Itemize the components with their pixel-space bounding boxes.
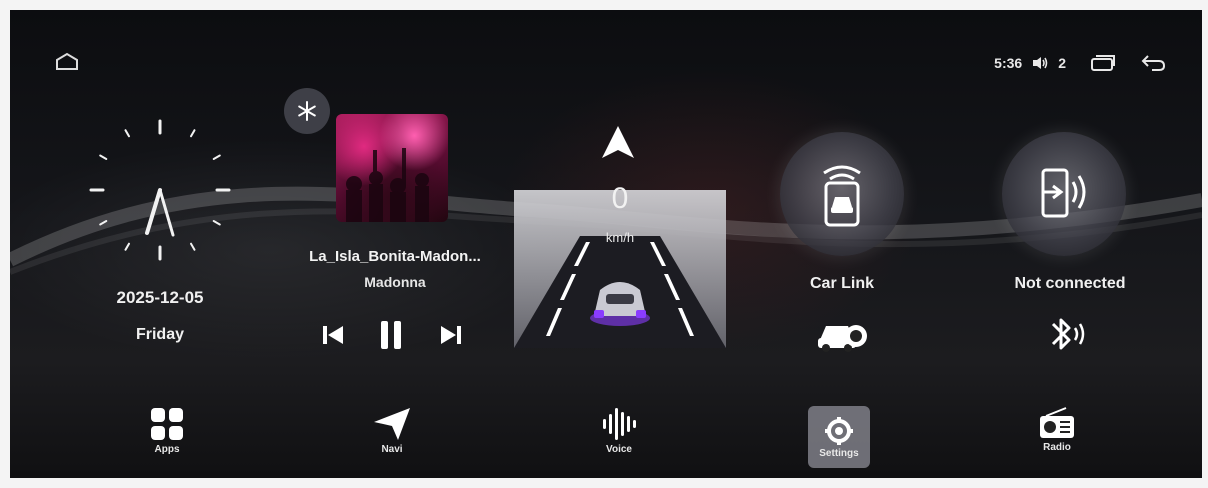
dock-voice[interactable]: Voice	[574, 406, 664, 455]
speed-value: 0	[611, 182, 629, 215]
dock-voice-label: Voice	[606, 444, 632, 455]
phone-car-icon	[823, 165, 861, 227]
dock-apps-label: Apps	[154, 444, 180, 455]
speed-unit: km/h	[605, 230, 635, 245]
bluetooth-device-button[interactable]	[1002, 132, 1126, 256]
screen: 5:36 2 2025-12-05 Friday La_Isla_Bonita-…	[10, 10, 1202, 478]
dock-navi[interactable]: Navi	[347, 406, 437, 455]
date-text: 2025-12-05	[116, 288, 204, 307]
next-icon[interactable]	[434, 318, 468, 352]
car-cloud-icon[interactable]	[816, 314, 870, 354]
phone-signal-icon	[1041, 168, 1086, 218]
volume-icon[interactable]	[1032, 56, 1048, 70]
previous-icon[interactable]	[316, 318, 350, 352]
status-bar: 5:36 2	[994, 54, 1166, 72]
dock-apps[interactable]: Apps	[122, 406, 212, 455]
navi-icon	[374, 408, 410, 440]
bluetooth-status-label: Not connected	[1014, 275, 1126, 292]
apps-icon	[151, 408, 183, 440]
car-link-button[interactable]	[780, 132, 904, 256]
pause-icon[interactable]	[374, 318, 408, 352]
back-icon[interactable]	[1140, 54, 1166, 72]
settings-tile[interactable]: Settings	[808, 406, 870, 468]
radio-icon	[1040, 407, 1074, 438]
album-art[interactable]	[336, 114, 448, 222]
dock-settings-label: Settings	[819, 447, 859, 459]
time-text: 5:36	[994, 55, 1023, 71]
day-text: Friday	[135, 326, 184, 343]
song-title: La_Isla_Bonita-Madon...	[309, 248, 481, 265]
snowflake-icon[interactable]	[284, 88, 330, 134]
recent-apps-icon[interactable]	[1090, 54, 1116, 72]
dock-radio-label: Radio	[1043, 442, 1071, 453]
dock-navi-label: Navi	[381, 444, 403, 455]
bluetooth-icon[interactable]	[1045, 314, 1089, 354]
dock-radio[interactable]: Radio	[1012, 406, 1102, 453]
car-link-label: Car Link	[809, 275, 874, 292]
artist-name: Madonna	[364, 274, 426, 290]
home-icon[interactable]	[54, 52, 80, 72]
voice-icon	[603, 408, 636, 440]
navigation-arrow-icon	[598, 122, 638, 162]
dock-settings[interactable]: Settings	[794, 406, 884, 468]
gear-icon	[825, 416, 853, 445]
analog-clock[interactable]	[85, 115, 235, 265]
volume-level: 2	[1058, 55, 1066, 71]
